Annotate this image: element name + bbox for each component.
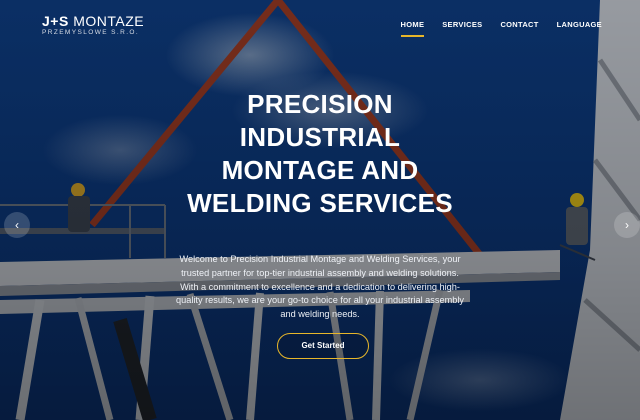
carousel-next-button[interactable]: › xyxy=(614,212,640,238)
carousel-prev-button[interactable]: ‹ xyxy=(4,212,30,238)
hero-title: PRECISION INDUSTRIAL MONTAGE AND WELDING… xyxy=(0,88,640,220)
nav-services[interactable]: SERVICES xyxy=(442,20,482,35)
logo-wordmark: J+S MONTAZE xyxy=(42,13,145,29)
site-header: J+S MONTAZE PRZEMYSLOWE S.R.O. HOME SERV… xyxy=(0,0,640,48)
hero-title-line: MONTAGE AND xyxy=(221,155,419,185)
site-logo[interactable]: J+S MONTAZE PRZEMYSLOWE S.R.O. xyxy=(42,14,144,36)
hero-section: J+S MONTAZE PRZEMYSLOWE S.R.O. HOME SERV… xyxy=(0,0,640,420)
nav-home[interactable]: HOME xyxy=(400,20,425,37)
hero-title-line: INDUSTRIAL xyxy=(239,122,401,152)
hero-title-line: PRECISION xyxy=(247,89,393,119)
chevron-right-icon: › xyxy=(625,218,629,232)
logo-tagline: PRZEMYSLOWE S.R.O. xyxy=(42,29,140,36)
nav-contact[interactable]: CONTACT xyxy=(500,20,538,35)
chevron-left-icon: ‹ xyxy=(15,218,19,232)
hero-description: Welcome to Precision Industrial Montage … xyxy=(175,254,464,320)
nav-language[interactable]: LANGUAGE xyxy=(557,20,602,35)
get-started-button[interactable]: Get Started xyxy=(277,333,369,359)
hero-title-line: WELDING SERVICES xyxy=(187,188,453,218)
main-nav: HOME SERVICES CONTACT LANGUAGE xyxy=(383,20,602,37)
